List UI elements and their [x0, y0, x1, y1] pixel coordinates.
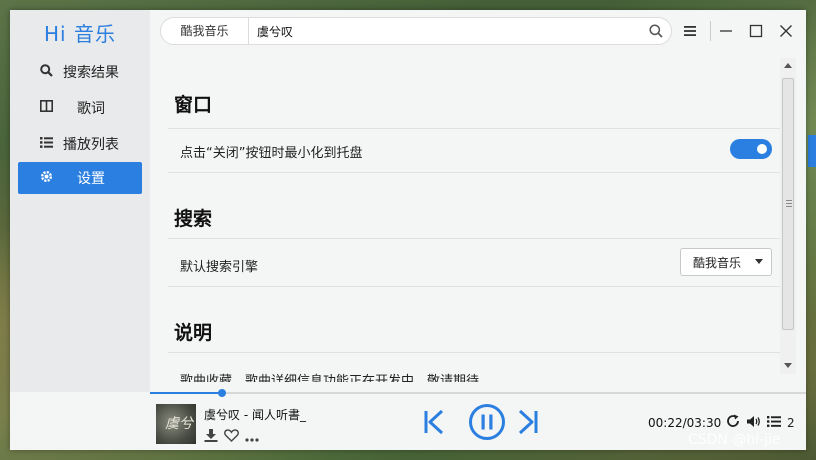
sidebar-item-label: 设置	[77, 171, 105, 187]
progress-bar[interactable]	[150, 389, 806, 397]
desktop-edge-window	[808, 135, 816, 167]
album-cover[interactable]: 虞兮	[156, 404, 196, 444]
menu-icon[interactable]	[680, 21, 700, 41]
scroll-grip	[786, 200, 792, 201]
scroll-thumb[interactable]	[782, 78, 794, 330]
search-bar: 酷我音乐	[160, 17, 672, 45]
track-actions	[204, 427, 259, 446]
app-window: Hi 音乐 搜索结果 歌词 播放列表 设置 酷我音乐 虞兮叹 窗口 点击“关闭”…	[10, 10, 806, 450]
sidebar-item-label: 搜索结果	[63, 65, 119, 81]
minimize-to-tray-toggle[interactable]	[730, 139, 772, 159]
player-right-controls: 2	[726, 414, 795, 431]
next-track-icon[interactable]	[516, 408, 540, 436]
search-icon[interactable]	[641, 18, 671, 44]
content-scrollbar[interactable]	[780, 58, 796, 374]
divider	[168, 238, 780, 239]
queue-icon[interactable]	[767, 415, 781, 430]
queue-count: 2	[787, 415, 795, 430]
track-title: 虞兮叹 - 闻人听書_	[204, 408, 306, 422]
volume-icon[interactable]	[746, 415, 761, 431]
search-engine-selector[interactable]: 酷我音乐	[161, 18, 249, 44]
gear-icon	[36, 170, 56, 187]
watermark-text: CSDN @hi-jie	[688, 432, 781, 448]
list-icon	[36, 136, 56, 152]
default-engine-label: 默认搜索引擎	[180, 260, 259, 275]
default-engine-value: 酷我音乐	[693, 255, 742, 270]
lyrics-icon	[36, 100, 56, 116]
minimize-to-tray-label: 点击“关闭”按钮时最小化到托盘	[180, 146, 363, 161]
sidebar-item-label: 歌词	[77, 101, 105, 117]
chevron-down-icon	[755, 259, 763, 264]
app-logo: Hi 音乐	[44, 22, 116, 46]
heart-icon[interactable]	[224, 427, 239, 446]
repeat-icon[interactable]	[726, 414, 740, 431]
scroll-grip	[786, 203, 792, 204]
previous-track-icon[interactable]	[422, 408, 446, 436]
close-icon[interactable]	[776, 21, 796, 41]
section-title-about: 说明	[174, 322, 213, 344]
search-icon	[36, 63, 56, 81]
search-input[interactable]	[249, 24, 641, 38]
download-icon[interactable]	[204, 427, 218, 446]
scroll-down-arrow-icon[interactable]	[784, 363, 792, 368]
progress-fill	[150, 392, 223, 394]
about-text: 歌曲收藏、歌曲详细信息功能正在开发中，敬请期待	[180, 374, 480, 382]
minimize-icon[interactable]	[716, 21, 736, 41]
maximize-icon[interactable]	[746, 21, 766, 41]
sidebar-item-settings[interactable]: 设置	[18, 162, 142, 194]
sidebar-item-label: 播放列表	[63, 137, 119, 153]
divider	[168, 128, 780, 129]
sidebar-item-playlist[interactable]: 播放列表	[18, 128, 142, 160]
sidebar: Hi 音乐 搜索结果 歌词 播放列表 设置	[10, 10, 150, 392]
toggle-knob	[757, 144, 767, 154]
divider	[168, 352, 780, 353]
scroll-grip	[786, 206, 792, 207]
pause-icon[interactable]	[468, 403, 506, 441]
sidebar-item-search-results[interactable]: 搜索结果	[18, 56, 142, 88]
divider	[168, 286, 780, 287]
progress-handle[interactable]	[218, 389, 227, 397]
more-icon[interactable]	[245, 427, 259, 446]
album-cover-text: 虞兮	[165, 416, 193, 432]
playback-time: 00:22/03:30	[648, 416, 722, 430]
sidebar-item-lyrics[interactable]: 歌词	[18, 92, 142, 124]
toolbar-divider	[710, 21, 711, 41]
default-engine-select[interactable]: 酷我音乐	[680, 248, 772, 276]
section-title-window: 窗口	[174, 94, 213, 116]
settings-panel: 窗口 点击“关闭”按钮时最小化到托盘 搜索 默认搜索引擎 酷我音乐 说明 歌曲收…	[168, 62, 780, 382]
section-title-search: 搜索	[174, 208, 213, 230]
scroll-up-arrow-icon[interactable]	[784, 63, 792, 68]
divider	[168, 172, 780, 173]
